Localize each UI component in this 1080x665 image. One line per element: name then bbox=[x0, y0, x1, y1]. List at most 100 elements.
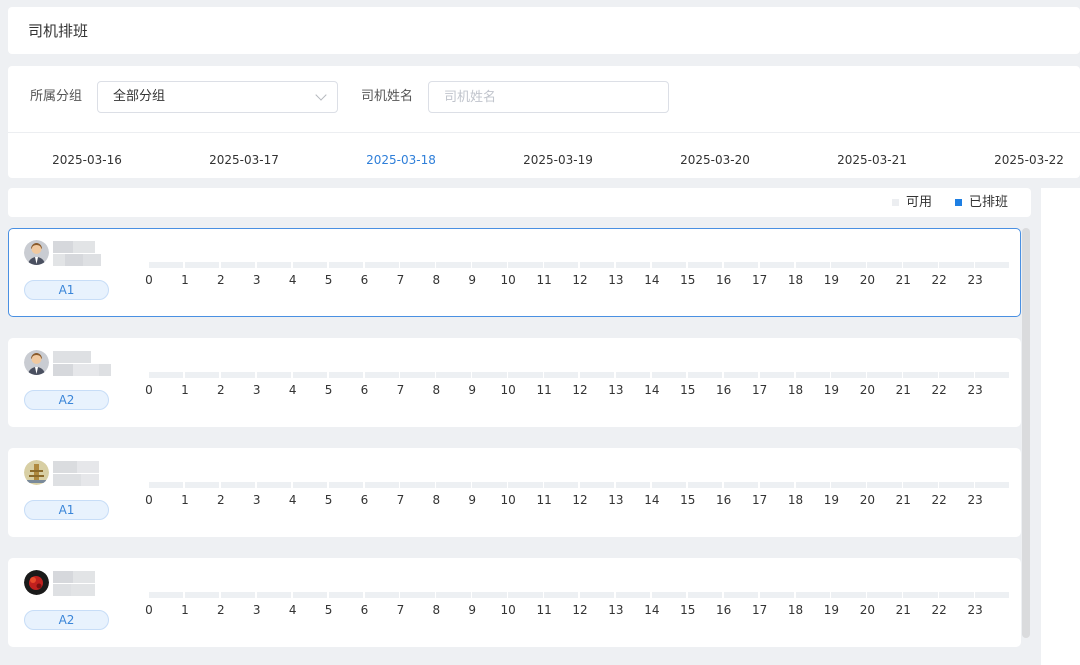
hour-slot[interactable] bbox=[220, 372, 256, 378]
hour-slot[interactable] bbox=[328, 262, 363, 268]
hour-slot[interactable] bbox=[615, 372, 651, 378]
hour-slot[interactable] bbox=[723, 372, 759, 378]
hour-slot[interactable] bbox=[149, 372, 184, 378]
hour-slot[interactable] bbox=[184, 482, 220, 488]
hour-slot[interactable] bbox=[184, 372, 220, 378]
hour-slot[interactable] bbox=[292, 592, 328, 598]
hour-slot[interactable] bbox=[149, 592, 184, 598]
hour-slot[interactable] bbox=[328, 592, 363, 598]
hour-slot[interactable] bbox=[328, 372, 363, 378]
date-tab[interactable]: 2025-03-22 bbox=[959, 133, 1080, 178]
hour-slot[interactable] bbox=[436, 372, 471, 378]
hour-slot[interactable] bbox=[759, 592, 794, 598]
hour-slot[interactable] bbox=[975, 262, 1010, 268]
hour-slot[interactable] bbox=[220, 592, 256, 598]
hour-slot[interactable] bbox=[400, 592, 435, 598]
date-tab[interactable]: 2025-03-17 bbox=[174, 133, 314, 178]
hour-slot[interactable] bbox=[687, 482, 723, 488]
hour-slot[interactable] bbox=[292, 482, 328, 488]
hour-slot[interactable] bbox=[436, 482, 471, 488]
hour-slot[interactable] bbox=[220, 482, 256, 488]
hour-slot[interactable] bbox=[723, 482, 759, 488]
hour-slot[interactable] bbox=[580, 372, 615, 378]
hour-slot[interactable] bbox=[364, 262, 399, 268]
hour-slot[interactable] bbox=[651, 372, 687, 378]
hour-slot[interactable] bbox=[903, 482, 938, 488]
hour-slot[interactable] bbox=[903, 592, 938, 598]
hour-slot[interactable] bbox=[184, 262, 220, 268]
hour-slot[interactable] bbox=[400, 262, 435, 268]
scrollbar[interactable] bbox=[1022, 228, 1030, 638]
hour-slot[interactable] bbox=[615, 262, 651, 268]
hour-slot[interactable] bbox=[472, 592, 507, 598]
hour-slot[interactable] bbox=[508, 262, 543, 268]
hour-slot[interactable] bbox=[364, 372, 399, 378]
hour-slot[interactable] bbox=[651, 262, 687, 268]
hour-slot[interactable] bbox=[723, 262, 759, 268]
hour-slot[interactable] bbox=[723, 592, 759, 598]
hour-slot[interactable] bbox=[256, 262, 292, 268]
hour-slot[interactable] bbox=[939, 482, 974, 488]
hour-slot[interactable] bbox=[472, 262, 507, 268]
hour-slot[interactable] bbox=[292, 262, 328, 268]
hour-slot[interactable] bbox=[149, 482, 184, 488]
hour-slot[interactable] bbox=[867, 262, 902, 268]
hour-slot[interactable] bbox=[975, 372, 1010, 378]
hour-slot[interactable] bbox=[759, 372, 794, 378]
hour-slot[interactable] bbox=[220, 262, 256, 268]
hour-slot[interactable] bbox=[795, 482, 830, 488]
hour-slot[interactable] bbox=[615, 592, 651, 598]
hour-slot[interactable] bbox=[687, 262, 723, 268]
date-tab[interactable]: 2025-03-16 bbox=[17, 133, 157, 178]
hour-slot[interactable] bbox=[580, 262, 615, 268]
hour-slot[interactable] bbox=[903, 262, 938, 268]
hour-slot[interactable] bbox=[759, 262, 794, 268]
hour-slot[interactable] bbox=[795, 372, 830, 378]
hour-slot[interactable] bbox=[651, 482, 687, 488]
hour-slot[interactable] bbox=[831, 262, 866, 268]
hour-slot[interactable] bbox=[975, 482, 1010, 488]
hour-slot[interactable] bbox=[795, 262, 830, 268]
hour-slot[interactable] bbox=[651, 592, 687, 598]
hour-slot[interactable] bbox=[759, 482, 794, 488]
hour-slot[interactable] bbox=[939, 592, 974, 598]
hour-slot[interactable] bbox=[256, 372, 292, 378]
hour-slot[interactable] bbox=[328, 482, 363, 488]
hour-slot[interactable] bbox=[687, 372, 723, 378]
driver-name-input[interactable] bbox=[428, 81, 669, 113]
hour-slot[interactable] bbox=[580, 592, 615, 598]
hour-slot[interactable] bbox=[795, 592, 830, 598]
date-tab[interactable]: 2025-03-19 bbox=[488, 133, 628, 178]
hour-slot[interactable] bbox=[867, 482, 902, 488]
hour-slot[interactable] bbox=[544, 262, 579, 268]
hour-slot[interactable] bbox=[149, 262, 184, 268]
hour-slot[interactable] bbox=[975, 592, 1010, 598]
hour-slot[interactable] bbox=[292, 372, 328, 378]
hour-slot[interactable] bbox=[256, 592, 292, 598]
hour-slot[interactable] bbox=[544, 372, 579, 378]
hour-slot[interactable] bbox=[508, 372, 543, 378]
hour-slot[interactable] bbox=[544, 482, 579, 488]
date-tab[interactable]: 2025-03-21 bbox=[802, 133, 942, 178]
driver-card[interactable]: A1 0 1 2 3 4 5 6 7 8 9 10 11 12 13 14 15 16 17 18 19 20 21 22 23 bbox=[8, 448, 1021, 537]
hour-slot[interactable] bbox=[436, 592, 471, 598]
hour-slot[interactable] bbox=[939, 372, 974, 378]
hour-slot[interactable] bbox=[472, 482, 507, 488]
hour-slot[interactable] bbox=[831, 372, 866, 378]
group-select[interactable]: 全部分组 bbox=[97, 81, 338, 113]
date-tab[interactable]: 2025-03-18 bbox=[331, 133, 471, 178]
hour-slot[interactable] bbox=[903, 372, 938, 378]
hour-slot[interactable] bbox=[364, 592, 399, 598]
hour-slot[interactable] bbox=[400, 372, 435, 378]
date-tab[interactable]: 2025-03-20 bbox=[645, 133, 785, 178]
hour-slot[interactable] bbox=[580, 482, 615, 488]
hour-slot[interactable] bbox=[508, 482, 543, 488]
driver-card[interactable]: A2 0 1 2 3 4 5 6 7 8 9 10 11 12 13 14 15 16 17 18 19 20 21 22 23 bbox=[8, 338, 1021, 427]
hour-slot[interactable] bbox=[436, 262, 471, 268]
hour-slot[interactable] bbox=[364, 482, 399, 488]
hour-slot[interactable] bbox=[544, 592, 579, 598]
hour-slot[interactable] bbox=[615, 482, 651, 488]
hour-slot[interactable] bbox=[831, 592, 866, 598]
hour-slot[interactable] bbox=[831, 482, 866, 488]
hour-slot[interactable] bbox=[400, 482, 435, 488]
